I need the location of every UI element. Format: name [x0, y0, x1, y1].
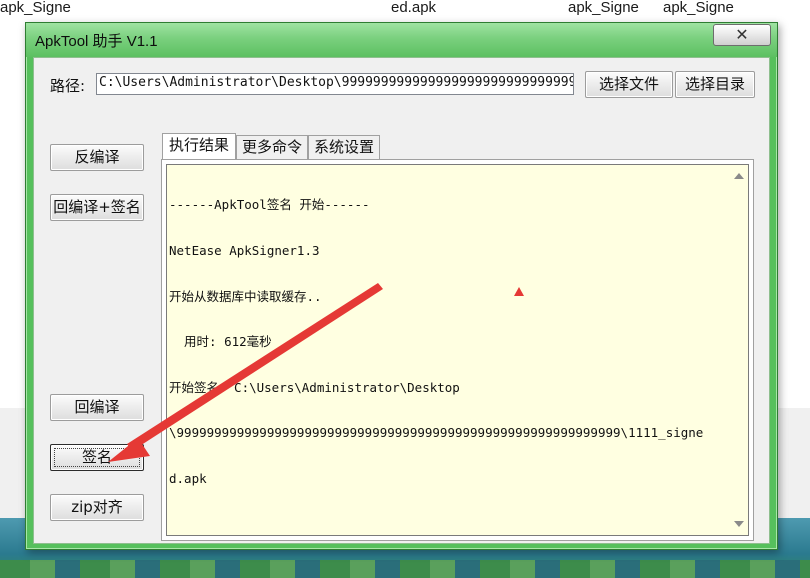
desktop-file-label[interactable]: ed.apk	[391, 0, 436, 16]
window-title: ApkTool 助手 V1.1	[35, 33, 158, 50]
sign-button[interactable]: 签名	[50, 444, 144, 471]
log-line: 开始从数据库中读取缓存..	[169, 288, 322, 304]
decompile-button[interactable]: 反编译	[50, 144, 144, 171]
select-file-button[interactable]: 选择文件	[585, 71, 673, 98]
log-line: 用时: 612毫秒	[169, 334, 272, 350]
scroll-up-arrow-icon[interactable]	[734, 173, 744, 179]
log-line: \999999999999999999999999999999999999999…	[169, 425, 704, 441]
window-client-area: 路径: C:\Users\Administrator\Desktop\99999…	[33, 57, 770, 544]
desktop-file-label[interactable]: apk_Signe	[663, 0, 734, 16]
recompile-button[interactable]: 回编译	[50, 394, 144, 421]
output-textarea[interactable]: ------ApkTool签名 开始------ NetEase ApkSign…	[166, 164, 749, 536]
log-line: d.apk	[169, 471, 207, 487]
title-bar[interactable]: ApkTool 助手 V1.1 ✕	[26, 23, 777, 57]
zipalign-button[interactable]: zip对齐	[50, 494, 144, 521]
log-line: NetEase ApkSigner1.3	[169, 243, 320, 259]
close-button[interactable]: ✕	[713, 24, 771, 46]
tab-more-commands[interactable]: 更多命令	[236, 135, 308, 159]
vertical-scrollbar[interactable]	[731, 165, 748, 535]
tab-system-settings[interactable]: 系统设置	[308, 135, 380, 159]
apktool-window: ApkTool 助手 V1.1 ✕ 路径: C:\Users\Administr…	[25, 22, 778, 550]
red-cursor-mark-icon	[514, 287, 524, 296]
tab-results[interactable]: 执行结果	[162, 133, 236, 159]
focus-ring	[54, 448, 140, 467]
log-line: 开始签名: C:\Users\Administrator\Desktop	[169, 379, 460, 395]
desktop-top-strip: apk_Signe ed.apk apk_Signe apk_Signe	[0, 0, 810, 22]
path-label: 路径:	[50, 77, 86, 95]
log-line: ------ApkTool签名 开始------	[169, 197, 370, 213]
path-input[interactable]: C:\Users\Administrator\Desktop\999999999…	[96, 73, 574, 95]
desktop-file-label[interactable]: apk_Signe	[0, 0, 71, 16]
select-directory-button[interactable]: 选择目录	[675, 71, 755, 98]
tab-panel: ------ApkTool签名 开始------ NetEase ApkSign…	[161, 159, 754, 541]
wallpaper-detail	[0, 560, 810, 578]
close-icon: ✕	[735, 25, 749, 44]
desktop-file-label[interactable]: apk_Signe	[568, 0, 639, 16]
output-log: ------ApkTool签名 开始------ NetEase ApkSign…	[169, 167, 729, 517]
recompile-sign-button[interactable]: 回编译+签名	[50, 194, 144, 221]
scroll-down-arrow-icon[interactable]	[734, 521, 744, 527]
